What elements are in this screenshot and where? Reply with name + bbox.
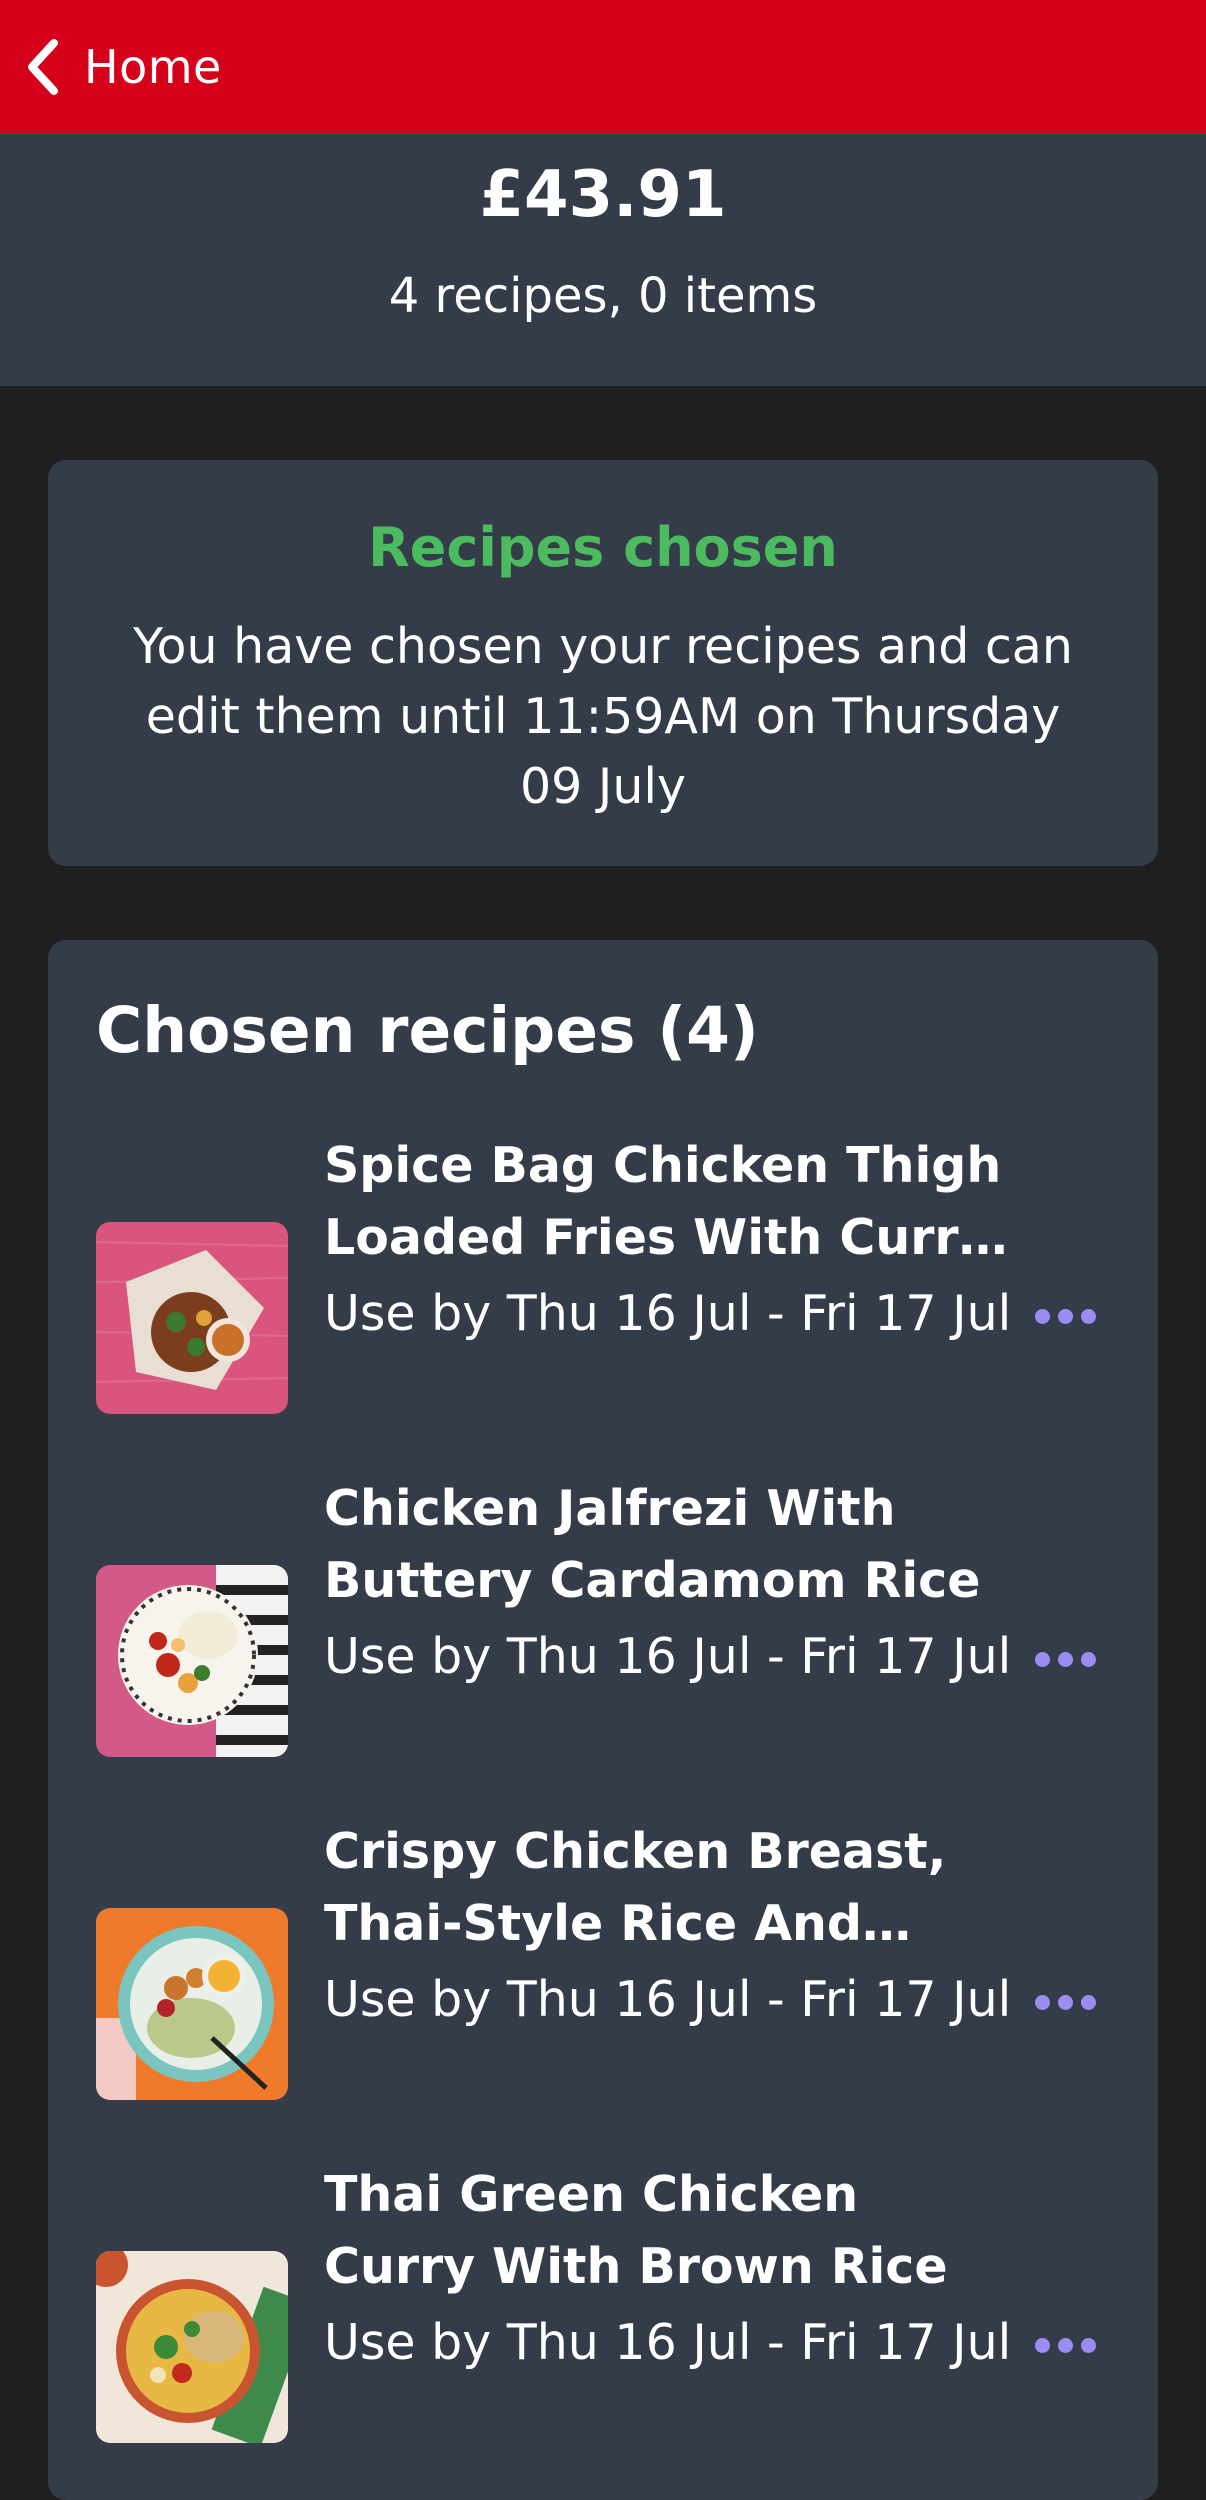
recipe-use-by: Use by Thu 16 Jul - Fri 17 Jul xyxy=(324,1628,1012,1685)
more-dot xyxy=(1080,1651,1096,1667)
order-summary: £43.91 4 recipes, 0 items xyxy=(0,134,1206,386)
recipe-use-by: Use by Thu 16 Jul - Fri 17 Jul xyxy=(324,1285,1012,1342)
chosen-recipes-heading: Chosen recipes (4) xyxy=(96,994,759,1067)
recipe-use-by: Use by Thu 16 Jul - Fri 17 Jul xyxy=(324,1971,1012,2028)
recipe-info: Thai Green Chicken Curry With Brown Rice… xyxy=(324,2159,1024,2379)
thai-green-curry-dish-image xyxy=(96,2251,288,2443)
back-button[interactable]: Home xyxy=(0,0,222,134)
more-dot xyxy=(1080,1308,1096,1324)
recipe-use-by: Use by Thu 16 Jul - Fri 17 Jul xyxy=(324,2314,1012,2371)
recipe-title: Chicken Jalfrezi With Buttery Cardamom R… xyxy=(324,1480,981,1609)
status-message: You have chosen your recipes and can edi… xyxy=(133,618,1073,815)
back-label: Home xyxy=(84,40,222,94)
recipe-row[interactable]: Spice Bag Chicken Thigh Loaded Fries Wit… xyxy=(48,1130,1158,1470)
more-options-button[interactable] xyxy=(1020,1286,1110,1346)
recipe-title: Crispy Chicken Breast, Thai-Style Rice A… xyxy=(324,1823,947,1952)
top-app-bar: Home xyxy=(0,0,1206,134)
crispy-chicken-dish-image xyxy=(96,1908,288,2100)
recipe-info: Spice Bag Chicken Thigh Loaded Fries Wit… xyxy=(324,1130,1024,1350)
more-dot xyxy=(1080,1994,1096,2010)
recipes-status-card: Recipes chosen You have chosen your reci… xyxy=(48,460,1158,866)
chevron-left-icon xyxy=(22,37,62,97)
status-title: Recipes chosen xyxy=(368,516,838,579)
spice-bag-dish-image xyxy=(96,1222,288,1414)
recipe-info: Chicken Jalfrezi With Buttery Cardamom R… xyxy=(324,1473,1024,1693)
more-dots-icon xyxy=(1034,2337,1050,2353)
more-dot xyxy=(1057,1308,1073,1324)
recipe-row[interactable]: Crispy Chicken Breast, Thai-Style Rice A… xyxy=(48,1816,1158,2156)
more-options-button[interactable] xyxy=(1020,1629,1110,1689)
chosen-recipes-card: Chosen recipes (4) Spice Bag Chicken Thi… xyxy=(48,940,1158,2500)
recipe-row[interactable]: Thai Green Chicken Curry With Brown Rice… xyxy=(48,2159,1158,2499)
recipe-title: Thai Green Chicken Curry With Brown Rice xyxy=(324,2166,948,2295)
more-dots-icon xyxy=(1034,1308,1050,1324)
more-options-button[interactable] xyxy=(1020,2315,1110,2375)
order-price: £43.91 xyxy=(479,158,727,232)
more-dot xyxy=(1080,2337,1096,2353)
jalfrezi-dish-image xyxy=(96,1565,288,1757)
more-options-button[interactable] xyxy=(1020,1972,1110,2032)
more-dots-icon xyxy=(1034,1994,1050,2010)
more-dots-icon xyxy=(1034,1651,1050,1667)
recipe-info: Crispy Chicken Breast, Thai-Style Rice A… xyxy=(324,1816,1024,2036)
recipe-row[interactable]: Chicken Jalfrezi With Buttery Cardamom R… xyxy=(48,1473,1158,1813)
order-counts: 4 recipes, 0 items xyxy=(388,268,818,324)
more-dot xyxy=(1057,1994,1073,2010)
recipe-title: Spice Bag Chicken Thigh Loaded Fries Wit… xyxy=(324,1137,1002,1266)
more-dot xyxy=(1057,1651,1073,1667)
more-dot xyxy=(1057,2337,1073,2353)
